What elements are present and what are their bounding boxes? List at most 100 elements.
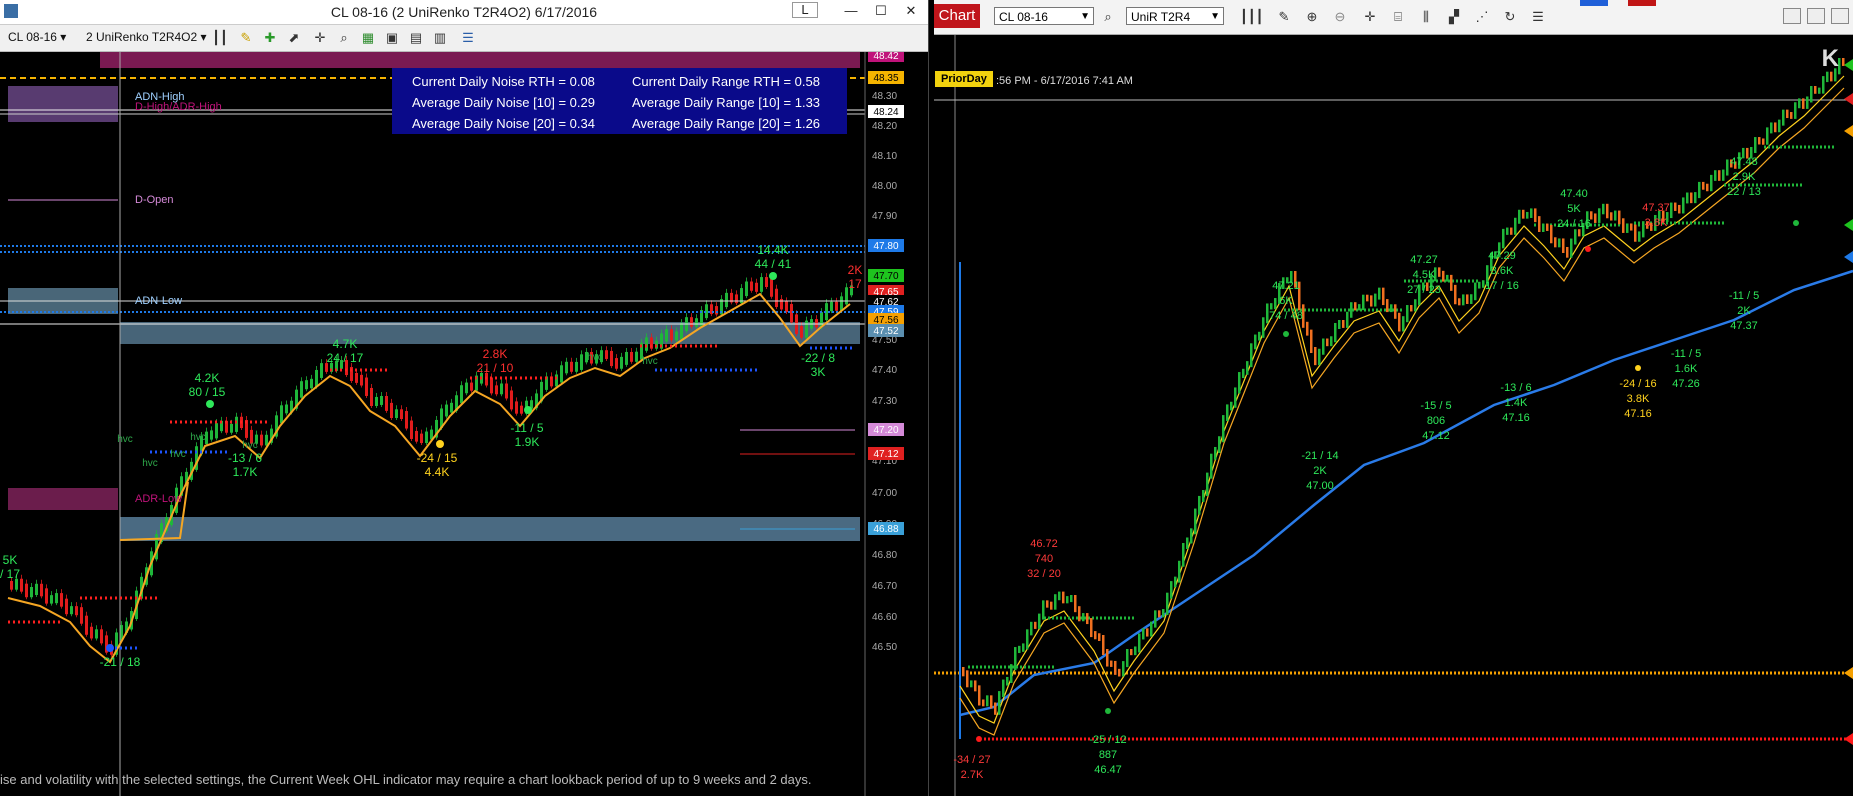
stat-avg-range-10: Average Daily Range [10] = 1.33 [632, 95, 821, 110]
renko-bar [1386, 299, 1389, 313]
instrument-selector[interactable]: CL 08-16 ▾ [8, 30, 66, 44]
pencil-icon[interactable]: ✎ [238, 30, 254, 46]
stat-current-noise: Current Daily Noise RTH = 0.08 [412, 74, 595, 89]
renko-bar [1706, 183, 1709, 192]
list-icon-right[interactable]: ☰ [1530, 9, 1546, 25]
annotation-line1: -34 / 27 [953, 754, 990, 766]
renko-bar [1142, 628, 1145, 640]
right-toolbar: Chart CL 08-16 ▼ ⌕ UniR T2R4 ▼ ┃┃┃ ✎ ⊕ ⊖ ✛… [934, 0, 1853, 35]
minimize-button[interactable]: — [836, 2, 866, 20]
renko-bar [1114, 660, 1117, 675]
left-title-bar[interactable]: CL 08-16 (2 UniRenko T2R4O2) 6/17/2016 L… [0, 0, 928, 25]
renko-bar [1186, 537, 1189, 550]
properties-icon[interactable]: ▤ [408, 30, 424, 46]
renko-bar [1802, 98, 1805, 109]
edge-price-marker [1844, 125, 1853, 137]
renko-bar [1018, 645, 1021, 654]
renko-bar [1166, 592, 1169, 616]
renko-bar [1098, 633, 1101, 642]
zoom-in-icon[interactable]: ⊕ [1304, 9, 1320, 25]
strategy-icon[interactable]: ⬈ [286, 30, 302, 46]
renko-bar [978, 685, 981, 706]
annotation-line2: 740 [1035, 553, 1053, 565]
adr-low-zone [8, 488, 118, 510]
bar-type-selector[interactable]: 2 UniRenko T2R4O2 ▾ [86, 30, 207, 44]
window-maximize-button[interactable] [1807, 8, 1825, 24]
close-button[interactable]: ✕ [896, 2, 926, 20]
chart-tab[interactable]: Chart [934, 4, 980, 28]
renko-bar [1774, 122, 1777, 133]
renko-bar [1686, 192, 1689, 204]
annotation-line1: 4.7K [333, 337, 358, 351]
zoom-out-icon[interactable]: ⊖ [1332, 9, 1348, 25]
annotation-line2: / 17 [0, 567, 20, 581]
annotation-line1: 47.40 [1560, 188, 1588, 200]
renko-bar [1106, 649, 1109, 667]
renko-bar [1778, 119, 1781, 133]
right-chart-svg: 46.72 740 32 / 20 47.21 6K 74 / 48 47.27 4.5K 27… [934, 35, 1853, 796]
maximize-button[interactable]: ☐ [866, 2, 896, 20]
annotation-line3: 32 / 20 [1027, 568, 1061, 580]
bar-type-selector-right[interactable]: UniR T2R4 ▼ [1126, 7, 1224, 25]
renko-bar [1210, 453, 1213, 479]
zone-label-d-open: D-Open [135, 194, 174, 206]
window-close-button[interactable] [1831, 8, 1849, 24]
renko-bar [1006, 676, 1009, 686]
indicator-icon[interactable]: ✚ [262, 30, 278, 46]
renko-bar [1634, 224, 1637, 242]
template-icon[interactable]: ▦ [360, 30, 376, 46]
strategies-icon[interactable]: ⋰ [1474, 9, 1490, 25]
renko-bar [1066, 596, 1069, 604]
bar-style-icon-right[interactable]: ┃┃┃ [1240, 9, 1263, 25]
reload-icon[interactable]: ↻ [1502, 9, 1518, 25]
renko-bar [1138, 633, 1141, 653]
search-icon[interactable]: ⌕ [1100, 9, 1116, 25]
annotation-line3: 74 / 48 [1269, 310, 1303, 322]
renko-bar [1794, 102, 1797, 119]
renko-bar [1130, 649, 1133, 656]
edge-price-marker [1844, 251, 1853, 263]
renko-bar [1346, 311, 1349, 328]
crosshair-icon[interactable]: ✛ [312, 30, 328, 46]
price-badge-text: 48.24 [873, 107, 898, 118]
renko-bar [1218, 436, 1221, 453]
annotation-line1: -15 / 5 [1420, 400, 1451, 412]
renko-bar [1538, 216, 1541, 232]
crosshair-icon-right[interactable]: ✛ [1362, 9, 1378, 25]
renko-bar [1310, 329, 1313, 354]
data-box-icon-right[interactable]: ⌸ [1390, 9, 1406, 25]
properties-icon-right[interactable]: ⫼ [1418, 9, 1434, 25]
renko-bar [1810, 86, 1813, 103]
zoom-icon[interactable]: ⌕ [336, 30, 352, 46]
annotation-line2: 3.8K [1645, 217, 1668, 229]
data-box-icon[interactable]: ▥ [432, 30, 448, 46]
price-badge-text: 47.52 [873, 326, 898, 337]
renko-bar [1330, 336, 1333, 347]
annotation-line3: 47.12 [1422, 430, 1450, 442]
annotation-line2: 3K [811, 365, 826, 379]
list-icon[interactable]: ☰ [460, 30, 476, 46]
swing-marker [1105, 708, 1111, 714]
renko-bar [1214, 446, 1217, 460]
window-restore-button[interactable] [1783, 8, 1801, 24]
swing-marker [1283, 331, 1289, 337]
bar-style-icon[interactable]: ┃┃ [212, 30, 228, 46]
hvc-label: hvc [642, 356, 658, 367]
left-toolbar: CL 08-16 ▾ 2 UniRenko T2R4O2 ▾ ┃┃ ✎ ✚ ⬈ … [0, 25, 928, 52]
renko-bar [1442, 270, 1445, 282]
annotation-line1: 14.4K [757, 243, 788, 257]
link-button[interactable]: L [792, 2, 818, 18]
renko-bar [1122, 661, 1125, 677]
right-chart-area[interactable]: 46.72 740 32 / 20 47.21 6K 74 / 48 47.27 4.5K 27… [934, 35, 1853, 796]
annotation-line1: 47.29 [1488, 250, 1516, 262]
annotation-line1: -21 / 18 [100, 655, 141, 669]
annotation-line3: 46.47 [1094, 764, 1122, 776]
renko-bar [1274, 298, 1277, 310]
price-badge-text: 48.35 [873, 73, 898, 84]
left-chart-area[interactable]: 48.3048.2048.1048.0047.9047.7047.5047.40… [0, 49, 928, 796]
screenshot-icon[interactable]: ▣ [384, 30, 400, 46]
instrument-selector-right[interactable]: CL 08-16 ▼ [994, 7, 1094, 25]
draw-icon[interactable]: ✎ [1276, 9, 1292, 25]
renko-bar [1350, 302, 1353, 318]
indicators-icon[interactable]: ▞ [1446, 9, 1462, 25]
